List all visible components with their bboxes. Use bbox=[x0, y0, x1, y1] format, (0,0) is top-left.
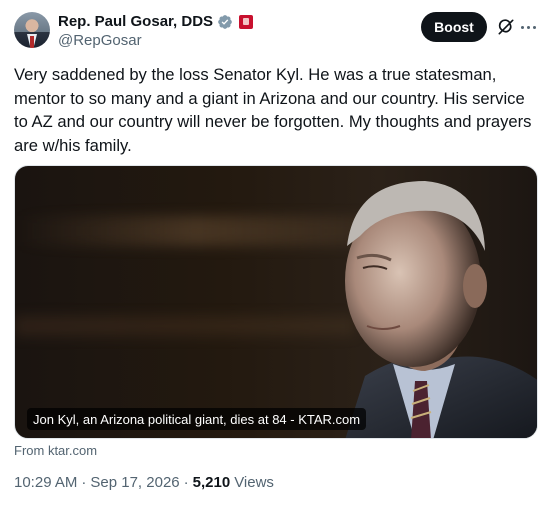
background-blur bbox=[15, 316, 355, 336]
government-seal-icon bbox=[243, 18, 250, 25]
views-label: Views bbox=[234, 474, 274, 491]
tweet-text: Very saddened by the loss Senator Kyl. H… bbox=[14, 65, 532, 155]
author-avatar[interactable] bbox=[14, 12, 50, 48]
tweet-time[interactable]: 10:29 AM bbox=[14, 474, 77, 491]
government-badge-icon[interactable] bbox=[239, 14, 254, 29]
grok-icon[interactable] bbox=[496, 17, 516, 37]
more-dot bbox=[533, 26, 536, 29]
views-count: 5,210 bbox=[192, 474, 231, 491]
link-source[interactable]: From ktar.com bbox=[14, 443, 97, 458]
verified-badge-icon[interactable] bbox=[217, 14, 233, 30]
author-name-row: Rep. Paul Gosar, DDS bbox=[58, 13, 254, 30]
link-card-image[interactable]: Jon Kyl, an Arizona political giant, die… bbox=[14, 165, 538, 439]
tweet-date[interactable]: Sep 17, 2026 bbox=[90, 474, 179, 491]
author-display-name[interactable]: Rep. Paul Gosar, DDS bbox=[58, 13, 213, 30]
link-card-caption: Jon Kyl, an Arizona political giant, die… bbox=[27, 408, 367, 430]
meta-separator: · bbox=[81, 474, 87, 491]
avatar-tie bbox=[30, 36, 34, 48]
meta-separator: · bbox=[183, 474, 189, 491]
portrait-photo bbox=[345, 181, 537, 438]
boost-button[interactable]: Boost bbox=[421, 12, 487, 42]
more-dot bbox=[527, 26, 530, 29]
more-options-icon[interactable] bbox=[520, 18, 538, 36]
tweet-meta: 10:29 AM · Sep 17, 2026 · 5,210 Views bbox=[14, 474, 274, 491]
more-dot bbox=[521, 26, 524, 29]
author-handle[interactable]: @RepGosar bbox=[58, 32, 142, 49]
